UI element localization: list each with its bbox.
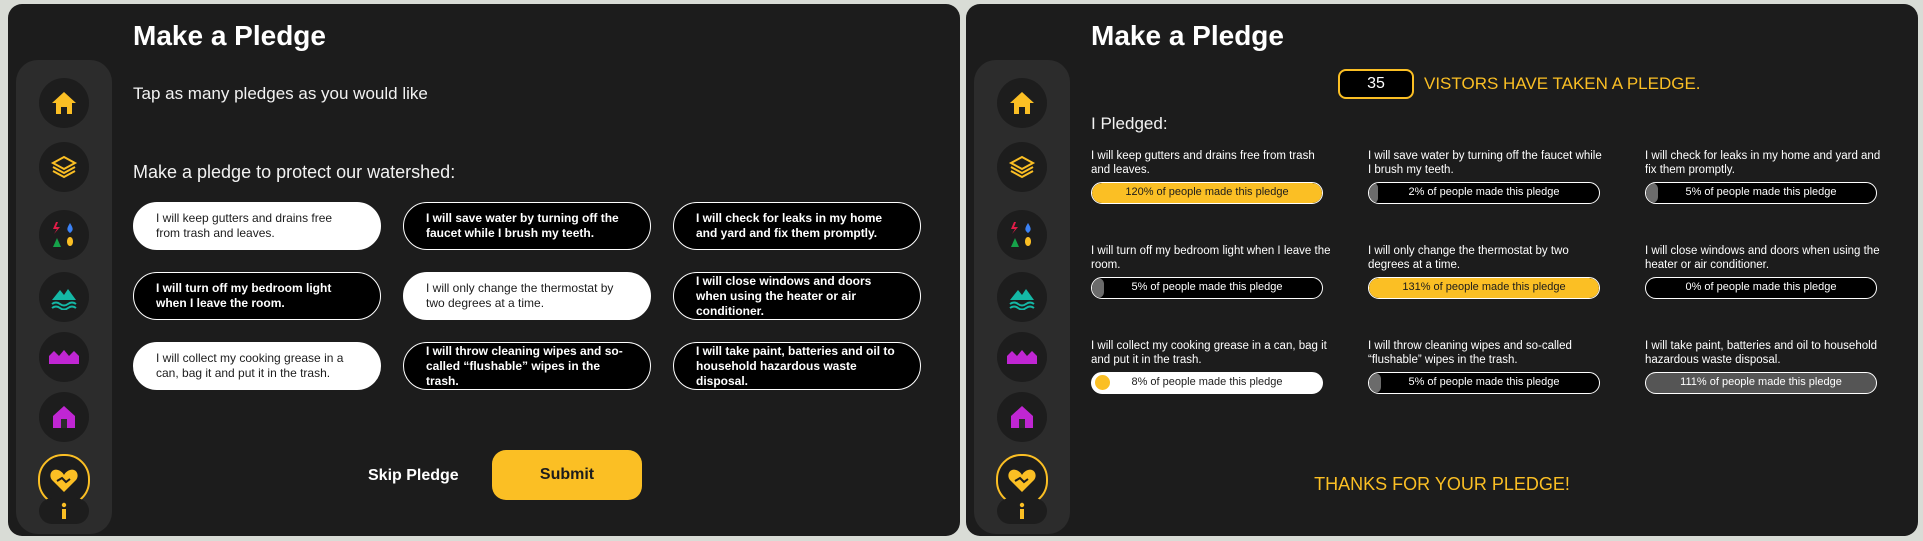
- result-progress-bar: 120% of people made this pledge: [1091, 182, 1323, 204]
- result-progress-bar: 111% of people made this pledge: [1645, 372, 1877, 394]
- house-icon: [53, 406, 75, 428]
- progress-label: 131% of people made this pledge: [1402, 281, 1566, 293]
- nav-home-button[interactable]: [39, 78, 89, 128]
- watershed-icon: [1009, 289, 1035, 310]
- nav-neighborhood-button[interactable]: [39, 332, 89, 382]
- neighborhood-icon: [1007, 350, 1037, 364]
- pledge-option[interactable]: I will only change the thermostat by two…: [403, 272, 651, 320]
- thanks-message: THANKS FOR YOUR PLEDGE!: [1314, 474, 1570, 494]
- nav-watershed-button[interactable]: [997, 272, 1047, 322]
- nav-hazards-button[interactable]: [997, 210, 1047, 260]
- pledge-option[interactable]: I will check for leaks in my home and ya…: [673, 202, 921, 250]
- page-title: Make a Pledge: [1091, 20, 1284, 51]
- instructions-text: Tap as many pledges as you would like: [133, 84, 428, 103]
- skip-pledge-button[interactable]: Skip Pledge: [368, 467, 459, 485]
- pledge-prompt: Make a pledge to protect our watershed:: [133, 162, 456, 182]
- result-item: I will check for leaks in my home and ya…: [1645, 149, 1885, 204]
- nav-house-button[interactable]: [39, 392, 89, 442]
- pledge-option[interactable]: I will save water by turning off the fau…: [403, 202, 651, 250]
- pledge-options-grid: I will keep gutters and drains free from…: [133, 202, 933, 402]
- progress-label: 0% of people made this pledge: [1685, 281, 1837, 293]
- pledge-option[interactable]: I will turn off my bedroom light when I …: [133, 272, 381, 320]
- progress-label: 5% of people made this pledge: [1408, 376, 1560, 388]
- result-progress-bar: 5% of people made this pledge: [1091, 277, 1323, 299]
- result-pledge-text: I will keep gutters and drains free from…: [1091, 150, 1315, 177]
- house-icon: [1011, 406, 1033, 428]
- progress-label: 2% of people made this pledge: [1408, 186, 1560, 198]
- result-item: I will close windows and doors when usin…: [1645, 244, 1885, 299]
- sidebar: [16, 60, 112, 534]
- pledged-heading: I Pledged:: [1091, 114, 1168, 133]
- progress-label: 120% of people made this pledge: [1125, 186, 1289, 198]
- visitor-count: 35: [1338, 69, 1414, 99]
- result-pledge-text: I will check for leaks in my home and ya…: [1645, 150, 1881, 177]
- pledge-option[interactable]: I will collect my cooking grease in a ca…: [133, 342, 381, 390]
- hazards-icon: [53, 222, 73, 247]
- hazards-icon: [1011, 222, 1031, 247]
- result-pledge-text: I will only change the thermostat by two…: [1368, 245, 1569, 272]
- submit-button[interactable]: Submit: [492, 450, 642, 500]
- progress-label: 5% of people made this pledge: [1685, 186, 1837, 198]
- nav-layers-button[interactable]: [997, 142, 1047, 192]
- visitor-counter: 35 VISTORS HAVE TAKEN A PLEDGE.: [1338, 69, 1701, 99]
- result-progress-bar: 2% of people made this pledge: [1368, 182, 1600, 204]
- result-item: I will take paint, batteries and oil to …: [1645, 339, 1885, 394]
- result-progress-bar: 131% of people made this pledge: [1368, 277, 1600, 299]
- nav-info-button[interactable]: [39, 498, 89, 524]
- result-progress-bar: 8% of people made this pledge: [1091, 372, 1323, 394]
- pledge-option[interactable]: I will keep gutters and drains free from…: [133, 202, 381, 250]
- result-item: I will save water by turning off the fau…: [1368, 149, 1608, 204]
- progress-label: 111% of people made this pledge: [1680, 376, 1842, 388]
- nav-neighborhood-button[interactable]: [997, 332, 1047, 382]
- result-pledge-text: I will save water by turning off the fau…: [1368, 150, 1602, 177]
- result-pledge-text: I will take paint, batteries and oil to …: [1645, 340, 1878, 367]
- neighborhood-icon: [49, 350, 79, 364]
- pledge-option[interactable]: I will close windows and doors when usin…: [673, 272, 921, 320]
- sidebar: [974, 60, 1070, 534]
- pledge-results-grid: I will keep gutters and drains free from…: [1091, 149, 1911, 409]
- result-progress-bar: 5% of people made this pledge: [1368, 372, 1600, 394]
- pledge-option[interactable]: I will throw cleaning wipes and so-calle…: [403, 342, 651, 390]
- result-item: I will turn off my bedroom light when I …: [1091, 244, 1331, 299]
- visitor-count-text: VISTORS HAVE TAKEN A PLEDGE.: [1424, 74, 1701, 93]
- result-progress-bar: 0% of people made this pledge: [1645, 277, 1877, 299]
- result-item: I will only change the thermostat by two…: [1368, 244, 1608, 299]
- result-pledge-text: I will throw cleaning wipes and so-calle…: [1368, 340, 1572, 367]
- progress-label: 5% of people made this pledge: [1131, 281, 1283, 293]
- page-title: Make a Pledge: [133, 20, 326, 51]
- result-pledge-text: I will close windows and doors when usin…: [1645, 245, 1880, 272]
- pledge-option[interactable]: I will take paint, batteries and oil to …: [673, 342, 921, 390]
- pledge-heart-icon: [50, 469, 78, 492]
- nav-watershed-button[interactable]: [39, 272, 89, 322]
- pledge-results-panel: Make a Pledge 35 VISTORS HAVE TAKEN A PL…: [966, 4, 1918, 536]
- pledge-selection-panel: Make a Pledge Tap as many pledges as you…: [8, 4, 960, 536]
- info-icon: [61, 502, 67, 519]
- nav-home-button[interactable]: [997, 78, 1047, 128]
- watershed-icon: [51, 289, 77, 310]
- layers-icon: [1008, 155, 1036, 179]
- result-item: I will collect my cooking grease in a ca…: [1091, 339, 1331, 394]
- result-pledge-text: I will turn off my bedroom light when I …: [1091, 245, 1331, 272]
- result-item: I will keep gutters and drains free from…: [1091, 149, 1331, 204]
- progress-label: 8% of people made this pledge: [1131, 376, 1283, 388]
- home-icon: [52, 92, 76, 114]
- result-progress-bar: 5% of people made this pledge: [1645, 182, 1877, 204]
- info-icon: [1019, 502, 1025, 519]
- result-pledge-text: I will collect my cooking grease in a ca…: [1091, 340, 1327, 367]
- nav-layers-button[interactable]: [39, 142, 89, 192]
- nav-house-button[interactable]: [997, 392, 1047, 442]
- nav-hazards-button[interactable]: [39, 210, 89, 260]
- home-icon: [1010, 92, 1034, 114]
- layers-icon: [50, 155, 78, 179]
- result-item: I will throw cleaning wipes and so-calle…: [1368, 339, 1608, 394]
- nav-info-button[interactable]: [997, 498, 1047, 524]
